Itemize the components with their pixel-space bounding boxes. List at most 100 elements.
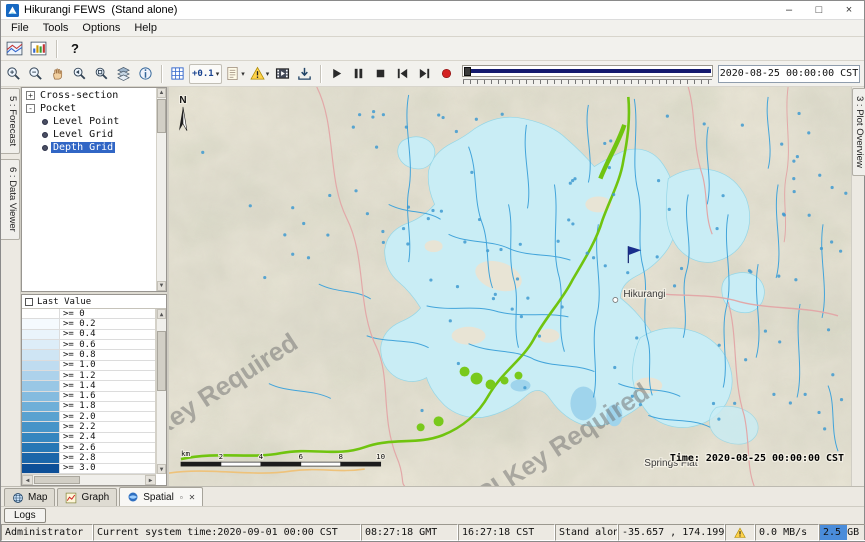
legend-class-label: >= 1.4 (60, 381, 99, 390)
legend-class-row: >= 1.6 (22, 392, 155, 402)
legend-class-row: >= 0.6 (22, 340, 155, 350)
titlebar[interactable]: Hikurangi FEWS (Stand alone) – □ × (1, 1, 864, 20)
info-button[interactable] (135, 63, 156, 84)
legend-class-row: >= 2.0 (22, 412, 155, 422)
status-coordinates: -35.657 , 174.199 (618, 524, 725, 541)
spatial-map-view[interactable]: API Key RequiredAPI Key RequiredHikurang… (169, 87, 851, 486)
play-button[interactable] (326, 63, 347, 84)
place-label-hikurangi: Hikurangi (623, 289, 665, 300)
chevron-down-icon: ▾ (216, 70, 220, 78)
view-tab-label: Spatial (143, 492, 174, 503)
dock-tab-plot-overview[interactable]: 3 : Plot Overview (852, 88, 865, 176)
scrollbar-track[interactable] (157, 98, 166, 281)
movie-button[interactable] (272, 63, 293, 84)
scroll-up-icon[interactable]: ▲ (157, 88, 166, 98)
logs-button[interactable]: Logs (4, 508, 46, 523)
tree-item-level-point[interactable]: Level Point (23, 115, 155, 128)
explorer-button[interactable] (4, 38, 25, 59)
warning-button[interactable]: ▾ (248, 63, 272, 84)
tree-item-level-grid[interactable]: Level Grid (23, 128, 155, 141)
scrollbar-thumb[interactable] (34, 476, 80, 484)
dock-tab-data-viewer[interactable]: 6 : Data Viewer (1, 159, 20, 240)
menu-tools[interactable]: Tools (36, 21, 76, 35)
dock-tab-forecast[interactable]: 5 : Forecast (1, 88, 20, 154)
interval-combo[interactable]: +0.1 ▾ (189, 64, 222, 84)
status-alerts (725, 524, 755, 541)
graph-icon (65, 492, 77, 504)
scroll-left-icon[interactable]: ◀ (22, 475, 33, 485)
close-button[interactable]: × (834, 1, 864, 19)
legend-color-swatch (22, 350, 60, 359)
interval-value: +0.1 (192, 69, 214, 79)
layers-icon (116, 66, 131, 81)
legend-color-swatch (22, 412, 60, 421)
movie-icon (275, 66, 290, 81)
statusbar: AdministratorCurrent system time:2020-09… (1, 524, 864, 541)
expand-icon[interactable]: + (26, 91, 35, 100)
scrollbar-thumb[interactable] (157, 99, 166, 133)
grid-button[interactable] (167, 63, 188, 84)
view-tab-spatial[interactable]: Spatial ▫ ✕ (119, 487, 203, 506)
time-slider[interactable] (462, 63, 713, 85)
legend-horizontal-scrollbar[interactable]: ◀ ▶ (22, 474, 156, 485)
legend-class-row: >= 0.2 (22, 319, 155, 329)
legend-class-row: >= 1.0 (22, 361, 155, 371)
document-button[interactable]: ▾ (223, 63, 247, 84)
zoom-out-button[interactable] (25, 63, 46, 84)
help-button[interactable]: ? (64, 38, 86, 59)
export-button[interactable] (294, 63, 315, 84)
tree-item-cross-section[interactable]: +Cross-section (23, 89, 155, 102)
close-tab-icon[interactable]: ✕ (189, 493, 196, 502)
legend-color-swatch (22, 381, 60, 390)
view-tab-graph[interactable]: Graph (57, 488, 117, 506)
displays-button[interactable] (28, 38, 49, 59)
menu-file[interactable]: File (4, 21, 36, 35)
last-value-checkbox[interactable] (25, 298, 33, 306)
legend-vertical-scrollbar[interactable]: ▲ ▼ (156, 309, 166, 474)
tree-item-depth-grid[interactable]: Depth Grid (23, 141, 155, 154)
map-canvas[interactable]: API Key RequiredAPI Key RequiredHikurang… (169, 87, 851, 486)
legend-class-label: >= 2.6 (60, 443, 99, 452)
maximize-button[interactable]: □ (804, 1, 834, 19)
collapse-icon[interactable]: - (26, 104, 35, 113)
layers-button[interactable] (113, 63, 134, 84)
menu-help[interactable]: Help (127, 21, 164, 35)
legend-color-swatch (22, 453, 60, 462)
stop-button[interactable] (370, 63, 391, 84)
window-controls: – □ × (774, 1, 864, 19)
legend-color-swatch (22, 392, 60, 401)
legend-class-label: >= 1.0 (60, 361, 99, 370)
tree-vertical-scrollbar[interactable]: ▲ ▼ (156, 88, 166, 291)
status-text: Administrator (5, 527, 83, 538)
scroll-down-icon[interactable]: ▼ (157, 464, 166, 474)
legend-class-label: >= 0.8 (60, 350, 99, 359)
explorer-icon (6, 40, 23, 57)
time-slider-handle[interactable] (464, 67, 471, 76)
scrollbar-thumb[interactable] (157, 331, 166, 391)
scrollbar-track[interactable] (157, 319, 166, 464)
displays-icon (30, 40, 47, 57)
minimize-button[interactable]: – (774, 1, 804, 19)
scrollbar-track[interactable] (33, 475, 145, 485)
legend-classes-list: >= 0>= 0.2>= 0.4>= 0.6>= 0.8>= 1.0>= 1.2… (22, 309, 156, 474)
menu-options[interactable]: Options (75, 21, 127, 35)
pan-hand-button[interactable] (47, 63, 68, 84)
zoom-previous-button[interactable] (69, 63, 90, 84)
scroll-down-icon[interactable]: ▼ (157, 281, 166, 291)
zoom-in-button[interactable] (3, 63, 24, 84)
warning-icon (734, 527, 746, 539)
record-button[interactable] (436, 63, 457, 84)
scroll-up-icon[interactable]: ▲ (157, 309, 166, 319)
scroll-right-icon[interactable]: ▶ (145, 475, 156, 485)
view-tab-map[interactable]: Map (4, 488, 55, 506)
tree-item-label: Level Point (51, 116, 121, 127)
undock-tab-icon[interactable]: ▫ (180, 493, 183, 502)
pause-button[interactable] (348, 63, 369, 84)
skip-end-button[interactable] (414, 63, 435, 84)
current-datetime-field[interactable]: 2020-08-25 00:00:00 CST (718, 65, 860, 83)
skip-start-button[interactable] (392, 63, 413, 84)
legend-class-label: >= 1.6 (60, 392, 99, 401)
legend-class-label: >= 0.6 (60, 340, 99, 349)
tree-item-pocket[interactable]: -Pocket (23, 102, 155, 115)
zoom-extent-button[interactable] (91, 63, 112, 84)
